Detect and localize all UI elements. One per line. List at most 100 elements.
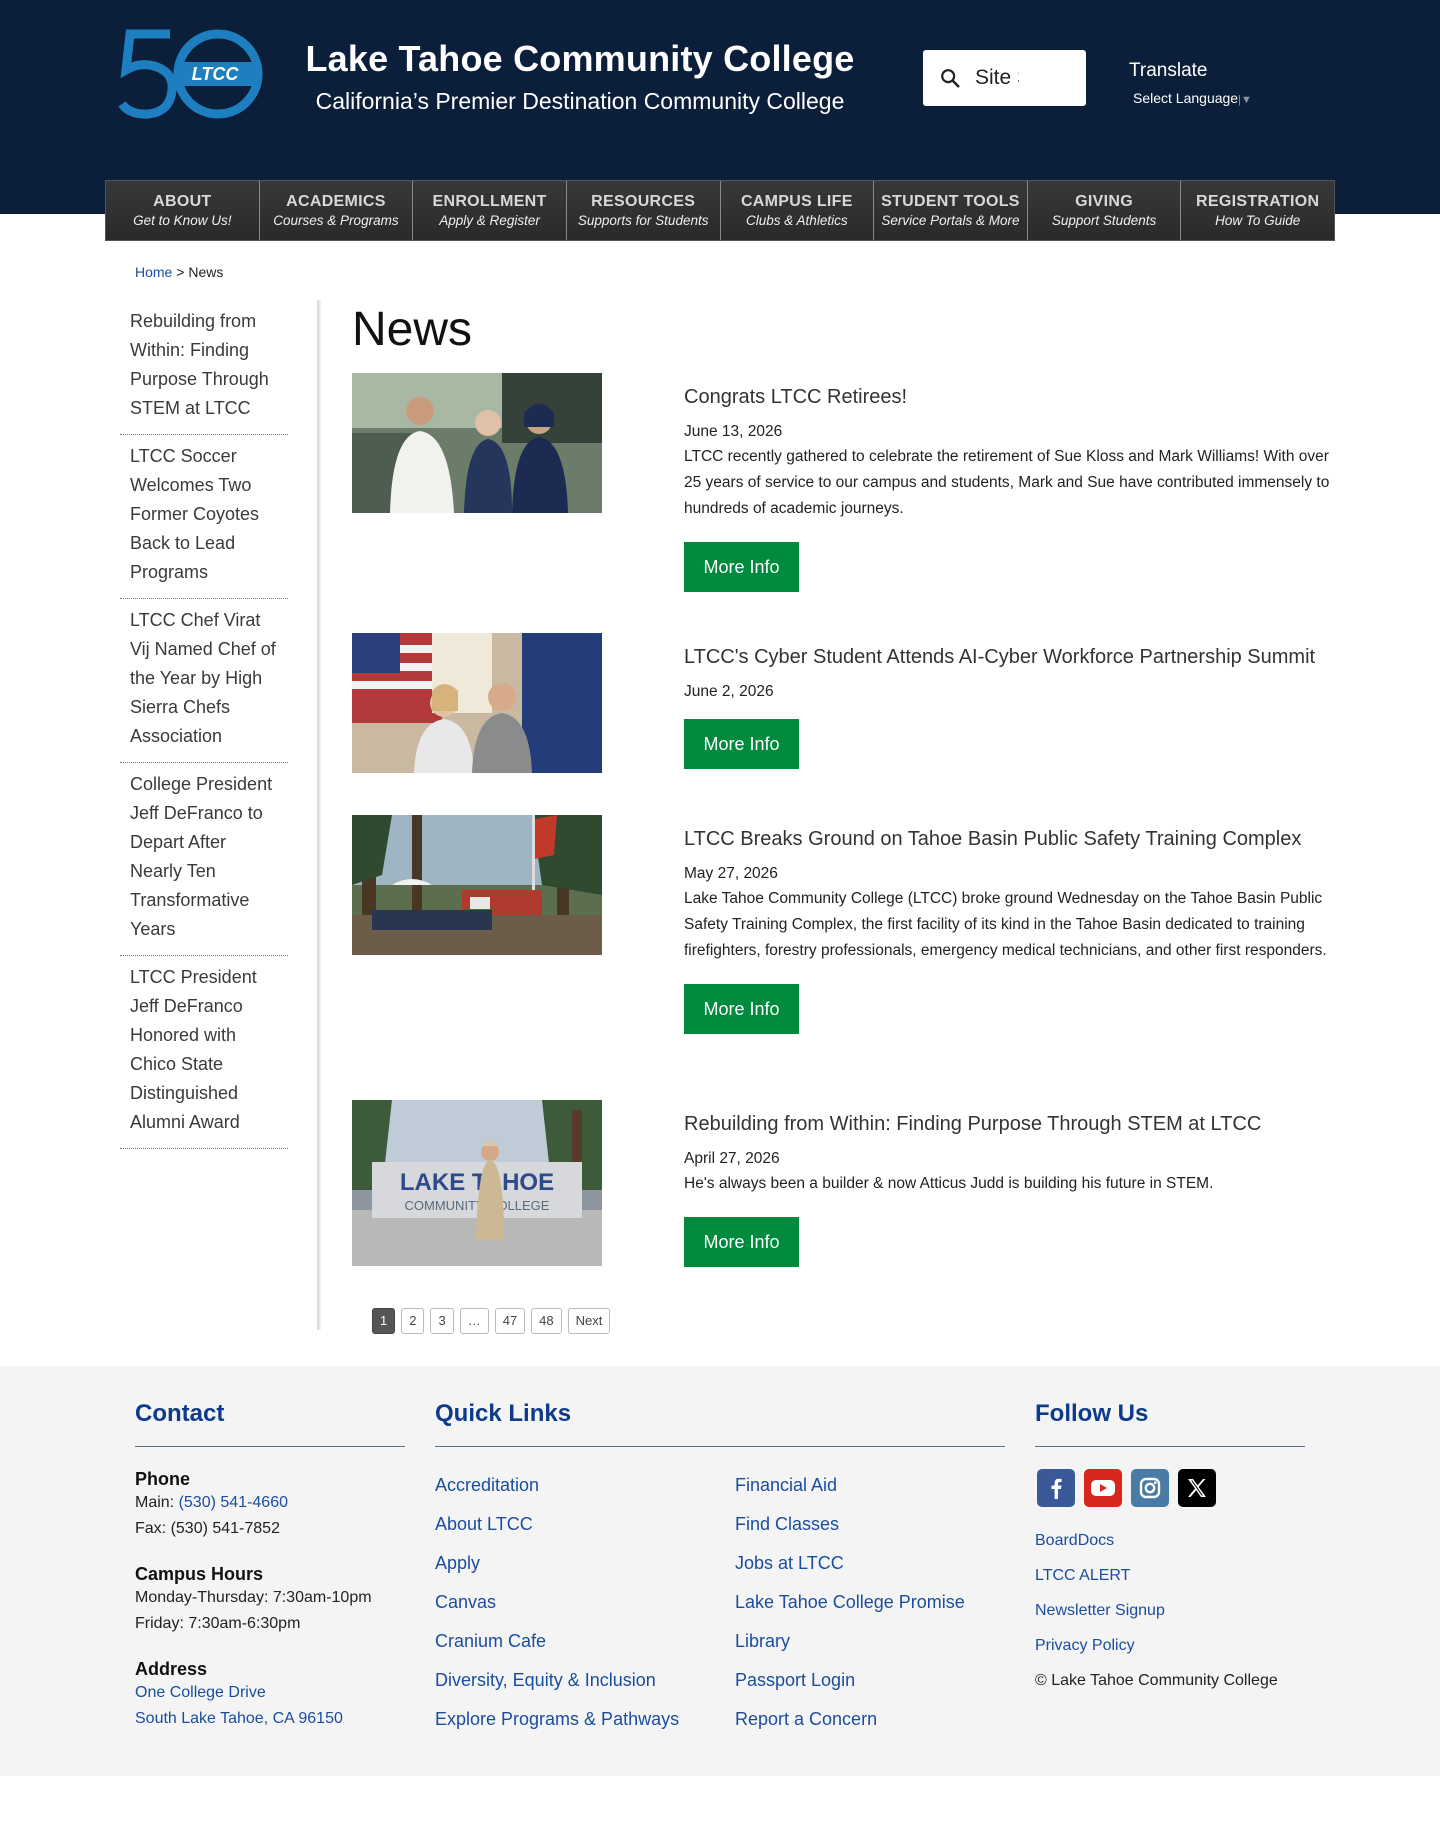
news-item: LTCC Breaks Ground on Tahoe Basin Public… (352, 815, 1332, 1065)
quick-link[interactable]: Library (735, 1622, 965, 1661)
breadcrumb-home[interactable]: Home (135, 264, 172, 280)
translate-title: Translate (1129, 60, 1208, 81)
youtube-icon[interactable] (1084, 1469, 1122, 1507)
sidebar-item[interactable]: LTCC Chef Virat Vij Named Chef of the Ye… (120, 599, 288, 763)
svg-text:LTCC: LTCC (192, 64, 240, 84)
newsletter-signup-link[interactable]: Newsletter Signup (1035, 1593, 1305, 1628)
breadcrumb-current: News (188, 264, 224, 280)
site-title[interactable]: Lake Tahoe Community College (300, 38, 860, 80)
facebook-icon[interactable] (1037, 1469, 1075, 1507)
news-title[interactable]: Congrats LTCC Retirees! (684, 386, 1334, 409)
nav-campus-life[interactable]: CAMPUS LIFE Clubs & Athletics (720, 181, 875, 240)
main-phone-link[interactable]: (530) 541-4660 (179, 1494, 288, 1511)
more-info-button[interactable]: More Info (684, 719, 799, 769)
quick-link[interactable]: Financial Aid (735, 1466, 965, 1505)
news-title[interactable]: LTCC's Cyber Student Attends AI-Cyber Wo… (684, 646, 1334, 669)
page-47-button[interactable]: 47 (494, 1308, 526, 1334)
contact-heading: Contact (135, 1400, 405, 1447)
page-ellipsis: … (459, 1308, 489, 1334)
nav-giving[interactable]: GIVING Support Students (1027, 181, 1182, 240)
news-item: LTCC's Cyber Student Attends AI-Cyber Wo… (352, 633, 1332, 778)
news-image-cyber[interactable] (352, 633, 602, 773)
language-select[interactable]: Select Language|▼ (1133, 90, 1252, 106)
more-info-button[interactable]: More Info (684, 1217, 799, 1267)
stem-photo: LAKE TAHOE COMMUNITY COLLEGE (352, 1100, 602, 1266)
x-icon[interactable] (1178, 1469, 1216, 1507)
nav-academics[interactable]: ACADEMICS Courses & Programs (259, 181, 414, 240)
news-excerpt: He's always been a builder & now Atticus… (684, 1175, 1214, 1192)
quick-link[interactable]: Canvas (435, 1583, 679, 1622)
instagram-icon[interactable] (1131, 1469, 1169, 1507)
main-phone: Main: (530) 541-4660 (135, 1494, 288, 1511)
next-page-button[interactable]: Next (567, 1308, 611, 1334)
svg-text:COMMUNITY COLLEGE: COMMUNITY COLLEGE (405, 1198, 550, 1213)
quick-link[interactable]: Report a Concern (735, 1700, 965, 1739)
sidebar-item[interactable]: College President Jeff DeFranco to Depar… (120, 763, 288, 956)
groundbreaking-photo (352, 815, 602, 955)
phone-label: Phone (135, 1469, 191, 1489)
news-date: May 27, 2026 (684, 865, 778, 882)
more-info-button[interactable]: More Info (684, 542, 799, 592)
quick-link[interactable]: Jobs at LTCC (735, 1544, 965, 1583)
quick-link[interactable]: Explore Programs & Pathways (435, 1700, 679, 1739)
quick-link[interactable]: Cranium Cafe (435, 1622, 679, 1661)
copyright: © Lake Tahoe Community College (1035, 1672, 1278, 1689)
address-label: Address (135, 1659, 208, 1679)
follow-heading: Follow Us (1035, 1400, 1305, 1447)
quick-link[interactable]: Passport Login (735, 1661, 965, 1700)
svg-text:LAKE TAHOE: LAKE TAHOE (400, 1169, 554, 1196)
page-title: News (352, 303, 473, 356)
more-info-button[interactable]: More Info (684, 984, 799, 1034)
follow-links: BoardDocs LTCC ALERT Newsletter Signup P… (1035, 1523, 1305, 1663)
nav-resources[interactable]: RESOURCES Supports for Students (566, 181, 721, 240)
quick-link[interactable]: Lake Tahoe College Promise (735, 1583, 965, 1622)
quick-link[interactable]: About LTCC (435, 1505, 679, 1544)
nav-about[interactable]: ABOUT Get to Know Us! (106, 181, 260, 240)
site-footer: Contact Phone Main: (530) 541-4660 Fax: … (0, 1366, 1440, 1776)
sidebar-divider (317, 300, 321, 1330)
pagination: 1 2 3 … 47 48 Next (372, 1308, 611, 1334)
boarddocs-link[interactable]: BoardDocs (1035, 1523, 1305, 1558)
news-excerpt: LTCC recently gathered to celebrate the … (684, 448, 1330, 517)
quick-links-col2: Financial Aid Find Classes Jobs at LTCC … (735, 1466, 965, 1739)
title-block: Lake Tahoe Community College California’… (300, 38, 860, 115)
page-2-button[interactable]: 2 (401, 1308, 425, 1334)
quick-link[interactable]: Accreditation (435, 1466, 679, 1505)
news-image-groundbreaking[interactable] (352, 815, 602, 955)
news-title[interactable]: Rebuilding from Within: Finding Purpose … (684, 1113, 1334, 1136)
translate-widget: Translate Select Language|▼ (1129, 60, 1252, 106)
hours-weekday: Monday-Thursday: 7:30am-10pm (135, 1589, 372, 1606)
news-image-retirees[interactable] (352, 373, 602, 513)
search-icon[interactable] (939, 67, 961, 89)
nav-enrollment[interactable]: ENROLLMENT Apply & Register (413, 181, 567, 240)
address-line2[interactable]: South Lake Tahoe, CA 96150 (135, 1710, 343, 1727)
quick-links-col1: Accreditation About LTCC Apply Canvas Cr… (435, 1466, 679, 1739)
sidebar-item[interactable]: LTCC President Jeff DeFranco Honored wit… (120, 956, 288, 1149)
quick-link[interactable]: Find Classes (735, 1505, 965, 1544)
news-title[interactable]: LTCC Breaks Ground on Tahoe Basin Public… (684, 828, 1334, 851)
news-date: April 27, 2026 (684, 1150, 780, 1167)
news-date: June 2, 2026 (684, 683, 774, 700)
ltcc-alert-link[interactable]: LTCC ALERT (1035, 1558, 1305, 1593)
social-icons (1037, 1469, 1305, 1507)
search-box[interactable] (923, 50, 1086, 106)
nav-student-tools[interactable]: STUDENT TOOLS Service Portals & More (874, 181, 1028, 240)
news-date: June 13, 2026 (684, 423, 783, 440)
page-48-button[interactable]: 48 (531, 1308, 562, 1334)
footer-follow-us: Follow Us BoardDocs LTCC ALERT Newslette… (1035, 1400, 1305, 1698)
ltcc-50-logo[interactable]: LTCC (118, 28, 263, 120)
fax-number: Fax: (530) 541-7852 (135, 1520, 280, 1537)
language-select-label: Select Language (1133, 90, 1239, 106)
quick-link[interactable]: Diversity, Equity & Inclusion (435, 1661, 679, 1700)
address-line1[interactable]: One College Drive (135, 1684, 266, 1701)
sidebar-item[interactable]: Rebuilding from Within: Finding Purpose … (120, 300, 288, 435)
nav-registration[interactable]: REGISTRATION How To Guide (1181, 181, 1334, 240)
news-text: Rebuilding from Within: Finding Purpose … (684, 1100, 1334, 1267)
sidebar-item[interactable]: LTCC Soccer Welcomes Two Former Coyotes … (120, 435, 288, 599)
quick-link[interactable]: Apply (435, 1544, 679, 1583)
privacy-policy-link[interactable]: Privacy Policy (1035, 1628, 1305, 1663)
news-image-stem[interactable]: LAKE TAHOE COMMUNITY COLLEGE (352, 1100, 602, 1266)
page-1-button[interactable]: 1 (372, 1308, 396, 1334)
search-input[interactable] (975, 66, 1019, 90)
page-3-button[interactable]: 3 (430, 1308, 454, 1334)
